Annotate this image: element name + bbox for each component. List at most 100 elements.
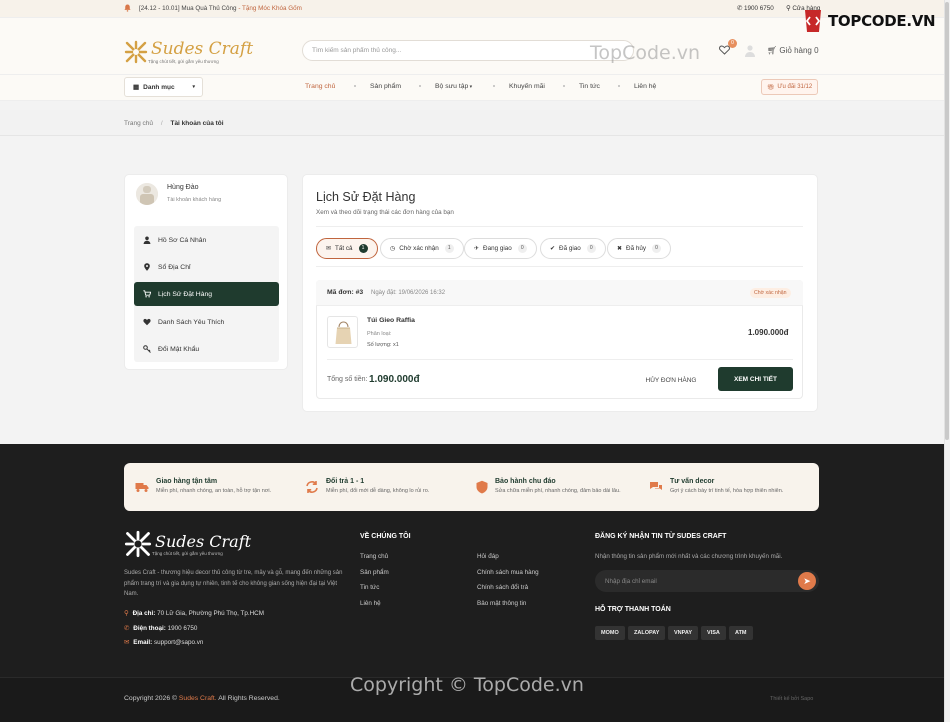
search-input[interactable] <box>303 41 563 60</box>
order-date: Ngày đặt: 19/06/2026 16:32 <box>371 290 446 296</box>
search-bar[interactable] <box>302 40 634 61</box>
user-role: Tài khoản khách hàng <box>167 197 222 203</box>
feature-item: Bảo hành chu đáo Sửa chữa miễn phí, nhanh… <box>495 478 621 494</box>
tab-cancelled[interactable]: ✖ Đã hủy 0 <box>607 238 671 259</box>
menu-address-book[interactable]: Sổ Địa Chỉ <box>134 255 279 279</box>
site-logo[interactable]: Sudes Craft Tặng chút tiết, gửi gắm yêu … <box>124 39 253 64</box>
footer-link[interactable]: Sản phẩm <box>360 569 389 576</box>
hotline[interactable]: ✆ 1900 6750 <box>737 5 774 12</box>
tab-delivered[interactable]: ✔ Đã giao 0 <box>540 238 606 259</box>
newsletter-form <box>595 570 819 592</box>
footer-link[interactable]: Chính sách đổi trả <box>477 584 528 591</box>
nav-news[interactable]: Tin tức <box>579 83 600 90</box>
footer-phone[interactable]: ✆ Điện thoại: 1900 6750 <box>124 625 197 632</box>
payment-title: HỖ TRỢ THANH TOÁN <box>595 606 671 613</box>
copyright: Copyright 2026 © Sudes Craft. All Rights… <box>124 695 280 702</box>
footer-link[interactable]: Liên hệ <box>360 600 381 607</box>
nav-separator <box>563 85 565 87</box>
order-code: Mã đơn: #3 <box>327 289 364 296</box>
total-amount: 1.090.000đ <box>369 374 420 385</box>
nav-products[interactable]: Sản phẩm <box>370 83 401 90</box>
cart-icon <box>143 290 151 298</box>
chevron-down-icon: ▾ <box>468 84 473 90</box>
newsletter-email-input[interactable] <box>595 570 785 592</box>
page-title: Lịch Sử Đặt Hàng <box>316 190 416 204</box>
nav-separator <box>493 85 495 87</box>
tab-count: 1 <box>358 244 368 253</box>
cancel-order-button[interactable]: HỦY ĐƠN HÀNG <box>638 370 704 390</box>
status-badge: Chờ xác nhận <box>750 288 791 298</box>
menu-profile[interactable]: Hồ Sơ Cá Nhân <box>134 228 279 252</box>
truck-icon: ✈ <box>474 246 480 252</box>
product-quantity: Số lượng: x1 <box>367 342 399 348</box>
check-circle-icon: ✔ <box>550 246 556 252</box>
nav-contact[interactable]: Liên hệ <box>634 83 656 90</box>
newsletter-subtitle: Nhận thông tin sản phẩm mới nhất và các … <box>595 553 783 560</box>
tab-count: 1 <box>444 244 454 253</box>
divider <box>316 226 803 227</box>
menu-wishlist[interactable]: Danh Sách Yêu Thích <box>134 310 279 334</box>
footer-link[interactable]: Trang chủ <box>360 553 388 560</box>
footer-link[interactable]: Chính sách mua hàng <box>477 569 539 576</box>
divider <box>316 266 803 267</box>
feature-item: Tư vấn decor Gợi ý cách bày trí tinh tế, … <box>670 478 784 494</box>
cart-icon: 🛒︎ <box>767 46 778 55</box>
product-name[interactable]: Túi Gieo Raffia <box>367 317 415 324</box>
footer-link[interactable]: Tin tức <box>360 584 379 591</box>
footer-link[interactable]: Bảo mật thông tin <box>477 600 526 607</box>
nav-promotions[interactable]: Khuyến mãi <box>509 83 545 90</box>
breadcrumb-home[interactable]: Trang chủ <box>124 120 153 127</box>
avatar <box>136 183 158 205</box>
tab-count: 0 <box>651 244 661 253</box>
clock-icon: ◷ <box>390 246 396 252</box>
menu-order-history[interactable]: Lịch Sử Đặt Hàng <box>134 282 279 306</box>
account-icon[interactable] <box>744 44 756 58</box>
user-name: Hùng Đào <box>167 184 199 191</box>
tab-pending[interactable]: ◷ Chờ xác nhận 1 <box>380 238 464 259</box>
phone-icon: ✆ <box>124 625 130 632</box>
refresh-icon <box>306 481 318 493</box>
logo-mark-icon <box>124 40 148 63</box>
truck-icon <box>135 483 149 492</box>
designer-credit[interactable]: Thiết kế bởi Sapo <box>770 696 813 702</box>
product-image <box>327 316 358 348</box>
chat-icon <box>650 482 662 490</box>
tab-shipping[interactable]: ✈ Đang giao 0 <box>464 238 537 259</box>
divider <box>327 359 793 360</box>
tab-all[interactable]: ✉ Tất cả 1 <box>316 238 378 259</box>
cart-link[interactable]: 🛒︎ Giỏ hàng 0 <box>767 46 819 55</box>
view-detail-button[interactable]: XEM CHI TIẾT <box>718 367 793 391</box>
nav-collections[interactable]: Bộ sưu tập ▾ <box>435 83 472 90</box>
logo-tagline: Tặng chút tiết, gửi gắm yêu thương <box>148 59 219 64</box>
send-icon: ➤ <box>803 576 811 586</box>
close-icon: ✖ <box>617 246 623 252</box>
wishlist-count-badge: 0 <box>728 39 737 48</box>
menu-change-password[interactable]: Đổi Mật Khẩu <box>134 337 279 361</box>
promo-text[interactable]: [24.12 - 10.01] Mua Quà Thủ Công - Tặng … <box>139 5 302 12</box>
feature-item: Giao hàng tận tâm Miễn phí, nhanh chóng, … <box>156 478 272 494</box>
map-pin-icon <box>144 263 150 271</box>
gift-icon: 🎁︎ <box>766 84 775 91</box>
chevron-down-icon: ▾ <box>192 84 195 90</box>
payment-badge: MOMO <box>595 626 625 640</box>
bell-icon <box>124 4 131 12</box>
topcode-logo-icon <box>805 10 821 32</box>
key-icon <box>143 345 151 353</box>
tab-count: 0 <box>586 244 596 253</box>
map-pin-icon: ⚲ <box>124 610 129 617</box>
nav-home[interactable]: Trang chủ <box>305 83 335 90</box>
footer-logo[interactable]: Sudes Craft Tặng chút tiết, gửi gắm yêu … <box>124 530 251 558</box>
footer-link[interactable]: Hỏi đáp <box>477 553 499 560</box>
user-icon <box>143 236 151 244</box>
payment-badge: ATM <box>729 626 753 640</box>
footer-email[interactable]: ✉ Email: support@sapo.vn <box>124 639 203 646</box>
footer-description: Sudes Craft - thương hiệu decor thủ công… <box>124 570 343 597</box>
footer-address: ⚲ Địa chỉ: 70 Lữ Gia, Phường Phú Thọ, Tp.… <box>124 610 264 617</box>
product-price: 1.090.000đ <box>748 328 789 337</box>
scrollbar-thumb[interactable] <box>945 2 949 440</box>
envelope-icon: ✉ <box>124 639 130 646</box>
sale-button[interactable]: 🎁︎ Ưu đãi 31/12 <box>761 79 818 95</box>
newsletter-submit-button[interactable]: ➤ <box>798 572 816 590</box>
category-dropdown[interactable]: ▦ Danh mục ▾ <box>124 77 203 97</box>
product-variant: Phân loại: <box>367 331 392 337</box>
